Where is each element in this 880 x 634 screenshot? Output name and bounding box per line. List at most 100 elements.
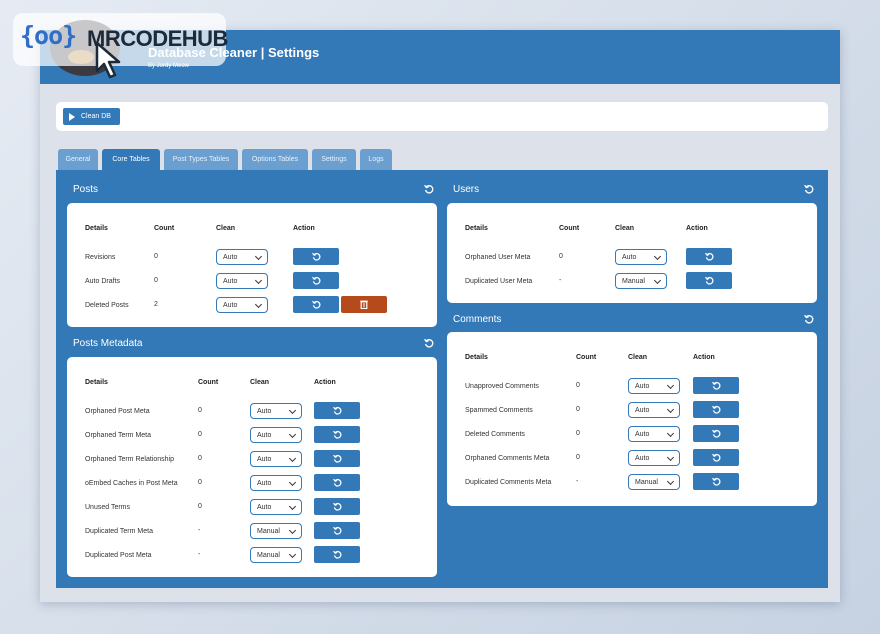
reset-icon bbox=[332, 526, 341, 535]
reset-button[interactable] bbox=[314, 426, 360, 443]
clean-mode-select[interactable]: Auto bbox=[216, 249, 268, 265]
row-count: 0 bbox=[154, 253, 158, 260]
tab-logs[interactable]: Logs bbox=[360, 149, 392, 170]
chevron-down-icon bbox=[653, 252, 662, 261]
posts-metadata-header-action: Action bbox=[314, 379, 336, 386]
reset-button[interactable] bbox=[693, 425, 739, 442]
clean-mode-select[interactable]: Manual bbox=[615, 273, 667, 289]
clean-mode-select[interactable]: Auto bbox=[250, 475, 302, 491]
posts-header-count: Count bbox=[154, 225, 175, 232]
users-header-count: Count bbox=[559, 225, 580, 232]
clean-mode-select[interactable]: Auto bbox=[628, 426, 680, 442]
comments-header-action: Action bbox=[693, 354, 715, 361]
posts-metadata-reset-icon[interactable] bbox=[424, 338, 434, 348]
row-count: 0 bbox=[576, 406, 580, 413]
tab-options-tables[interactable]: Options Tables bbox=[242, 149, 308, 170]
clean-mode-value: Manual bbox=[635, 478, 658, 486]
cursor-icon bbox=[95, 41, 121, 79]
reset-icon bbox=[711, 405, 720, 414]
row-count: 0 bbox=[576, 454, 580, 461]
clean-mode-value: Manual bbox=[257, 551, 280, 559]
row-count: 0 bbox=[198, 503, 202, 510]
users-header-details: Details bbox=[465, 225, 488, 232]
watermark-logo-icon: {oo} bbox=[20, 21, 77, 50]
chevron-down-icon bbox=[254, 252, 263, 261]
reset-button[interactable] bbox=[314, 450, 360, 467]
clean-mode-value: Auto bbox=[223, 277, 238, 285]
clean-mode-value: Auto bbox=[635, 454, 650, 462]
clean-db-label: Clean DB bbox=[81, 113, 111, 120]
app-window: Database Cleaner | Settings By Jordy Meo… bbox=[40, 20, 840, 602]
row-count: 0 bbox=[198, 455, 202, 462]
reset-icon bbox=[332, 430, 341, 439]
clean-db-button[interactable]: Clean DB bbox=[63, 108, 120, 125]
clean-mode-select[interactable]: Manual bbox=[250, 523, 302, 539]
reset-icon bbox=[332, 478, 341, 487]
reset-button[interactable] bbox=[314, 498, 360, 515]
reset-button[interactable] bbox=[293, 272, 339, 289]
clean-mode-value: Auto bbox=[257, 431, 272, 439]
posts-section-title: Posts bbox=[73, 184, 99, 195]
clean-mode-select[interactable]: Auto bbox=[628, 402, 680, 418]
posts-metadata-section-title: Posts Metadata bbox=[73, 338, 143, 349]
tab-settings[interactable]: Settings bbox=[312, 149, 356, 170]
tab-post-types-tables[interactable]: Post Types Tables bbox=[164, 149, 238, 170]
delete-button[interactable] bbox=[341, 296, 387, 313]
chevron-down-icon bbox=[254, 300, 263, 309]
users-reset-icon[interactable] bbox=[804, 184, 814, 194]
tab-core-tables[interactable]: Core Tables bbox=[102, 149, 160, 170]
clean-mode-select[interactable]: Auto bbox=[250, 427, 302, 443]
row-count: 2 bbox=[154, 301, 158, 308]
row-details: Duplicated Post Meta bbox=[85, 552, 152, 559]
comments-card: Details Count Clean Action Unapproved Co… bbox=[447, 332, 817, 506]
reset-button[interactable] bbox=[693, 473, 739, 490]
row-details: Orphaned Term Relationship bbox=[85, 456, 174, 463]
reset-button[interactable] bbox=[293, 248, 339, 265]
posts-reset-icon[interactable] bbox=[424, 184, 434, 194]
chevron-down-icon bbox=[653, 276, 662, 285]
row-details: Orphaned Post Meta bbox=[85, 408, 150, 415]
clean-mode-value: Manual bbox=[622, 277, 645, 285]
clean-mode-select[interactable]: Manual bbox=[250, 547, 302, 563]
row-details: Duplicated Comments Meta bbox=[465, 479, 552, 486]
clean-mode-select[interactable]: Auto bbox=[250, 403, 302, 419]
reset-button[interactable] bbox=[293, 296, 339, 313]
chevron-down-icon bbox=[288, 502, 297, 511]
clean-mode-select[interactable]: Auto bbox=[628, 378, 680, 394]
tab-general[interactable]: General bbox=[58, 149, 98, 170]
clean-mode-value: Auto bbox=[622, 253, 637, 261]
reset-button[interactable] bbox=[686, 272, 732, 289]
clean-mode-select[interactable]: Auto bbox=[250, 451, 302, 467]
row-details: Orphaned Comments Meta bbox=[465, 455, 550, 462]
comments-reset-icon[interactable] bbox=[804, 314, 814, 324]
reset-button[interactable] bbox=[693, 377, 739, 394]
row-details: Orphaned User Meta bbox=[465, 254, 531, 261]
reset-button[interactable] bbox=[686, 248, 732, 265]
row-count: 0 bbox=[576, 430, 580, 437]
reset-button[interactable] bbox=[314, 474, 360, 491]
users-card: Details Count Clean Action Orphaned User… bbox=[447, 203, 817, 303]
posts-card: Details Count Clean Action Revisions 0 Aut… bbox=[67, 203, 437, 327]
reset-icon bbox=[332, 454, 341, 463]
reset-button[interactable] bbox=[693, 449, 739, 466]
clean-mode-value: Auto bbox=[223, 301, 238, 309]
reset-button[interactable] bbox=[314, 402, 360, 419]
clean-mode-select[interactable]: Auto bbox=[216, 297, 268, 313]
toolbar: Clean DB bbox=[56, 102, 828, 131]
chevron-down-icon bbox=[288, 406, 297, 415]
clean-mode-value: Auto bbox=[223, 253, 238, 261]
clean-mode-select[interactable]: Auto bbox=[216, 273, 268, 289]
reset-button[interactable] bbox=[314, 546, 360, 563]
reset-button[interactable] bbox=[693, 401, 739, 418]
clean-mode-select[interactable]: Auto bbox=[615, 249, 667, 265]
posts-header-clean: Clean bbox=[216, 225, 236, 232]
chevron-down-icon bbox=[288, 430, 297, 439]
row-count: 0 bbox=[154, 277, 158, 284]
clean-mode-select[interactable]: Manual bbox=[628, 474, 680, 490]
row-details: Deleted Comments bbox=[465, 431, 525, 438]
reset-button[interactable] bbox=[314, 522, 360, 539]
row-details: Orphaned Term Meta bbox=[85, 432, 152, 439]
clean-mode-select[interactable]: Auto bbox=[628, 450, 680, 466]
play-icon bbox=[69, 112, 75, 121]
clean-mode-select[interactable]: Auto bbox=[250, 499, 302, 515]
